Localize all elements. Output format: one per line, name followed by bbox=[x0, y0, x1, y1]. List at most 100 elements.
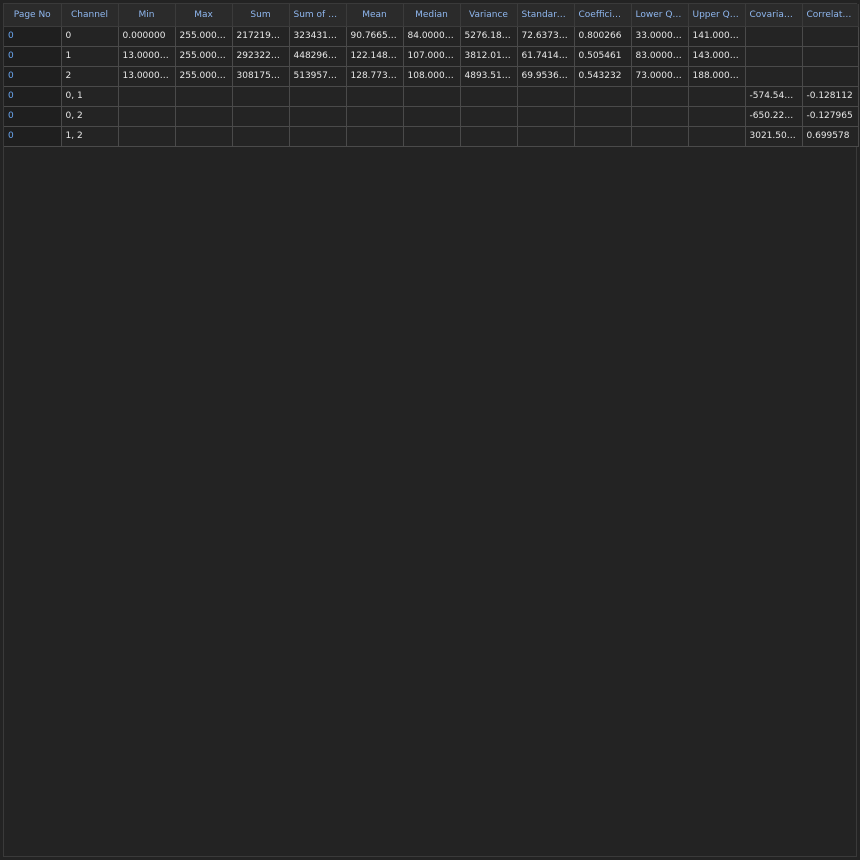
column-header-page-no[interactable]: Page No bbox=[4, 4, 62, 27]
cell-mean[interactable]: 122.148778 bbox=[345, 45, 404, 67]
table-row[interactable]: 0 0, 1 -574.547039 -0.128112 bbox=[4, 85, 859, 107]
cell-variance[interactable]: 3812.012292 bbox=[459, 45, 518, 67]
cell-median[interactable]: 107.000000 bbox=[402, 45, 461, 67]
cell-upper-quartile[interactable] bbox=[687, 85, 746, 107]
cell-mean[interactable]: 128.773092 bbox=[345, 65, 404, 87]
cell-sum[interactable]: 29232279.00... bbox=[231, 45, 290, 67]
cell-standard-deviation[interactable]: 69.953693 bbox=[516, 65, 575, 87]
cell-page-no[interactable]: 0 bbox=[4, 65, 62, 87]
cell-sum-of-squares[interactable] bbox=[288, 85, 347, 107]
cell-min[interactable]: 0.000000 bbox=[117, 25, 176, 47]
cell-lower-quartile[interactable]: 33.000000 bbox=[630, 25, 689, 47]
cell-max[interactable] bbox=[174, 125, 233, 147]
cell-correlation[interactable]: -0.128112 bbox=[801, 85, 859, 107]
cell-channel[interactable]: 1, 2 bbox=[60, 125, 119, 147]
cell-coefficient-of-variation[interactable]: 0.505461 bbox=[573, 45, 632, 67]
cell-sum[interactable]: 21721984.00... bbox=[231, 25, 290, 47]
cell-channel[interactable]: 0, 2 bbox=[60, 105, 119, 127]
cell-max[interactable]: 255.000000 bbox=[174, 65, 233, 87]
column-header-channel[interactable]: Channel bbox=[61, 4, 119, 27]
table-row[interactable]: 0 2 13.000000 255.000000 30817590.00... … bbox=[4, 65, 859, 87]
cell-sum-of-squares[interactable] bbox=[288, 125, 347, 147]
column-header-min[interactable]: Min bbox=[118, 4, 176, 27]
column-header-variance[interactable]: Variance bbox=[460, 4, 518, 27]
cell-upper-quartile[interactable]: 188.000000 bbox=[687, 65, 746, 87]
cell-covariance[interactable] bbox=[744, 25, 803, 47]
cell-sum-of-squares[interactable]: 4482966491.... bbox=[288, 45, 347, 67]
cell-min[interactable] bbox=[117, 85, 176, 107]
cell-lower-quartile[interactable] bbox=[630, 125, 689, 147]
cell-coefficient-of-variation[interactable] bbox=[573, 85, 632, 107]
cell-max[interactable]: 255.000000 bbox=[174, 25, 233, 47]
cell-median[interactable] bbox=[402, 105, 461, 127]
column-header-median[interactable]: Median bbox=[403, 4, 461, 27]
cell-coefficient-of-variation[interactable]: 0.543232 bbox=[573, 65, 632, 87]
cell-variance[interactable]: 5276.189903 bbox=[459, 25, 518, 47]
cell-covariance[interactable] bbox=[744, 65, 803, 87]
table-row[interactable]: 0 0 0.000000 255.000000 21721984.00... 3… bbox=[4, 25, 859, 47]
cell-channel[interactable]: 0 bbox=[60, 25, 119, 47]
cell-correlation[interactable] bbox=[801, 65, 859, 87]
cell-sum[interactable] bbox=[231, 125, 290, 147]
cell-coefficient-of-variation[interactable] bbox=[573, 125, 632, 147]
cell-standard-deviation[interactable]: 72.637386 bbox=[516, 25, 575, 47]
column-header-sum[interactable]: Sum bbox=[232, 4, 290, 27]
cell-upper-quartile[interactable] bbox=[687, 125, 746, 147]
cell-sum-of-squares[interactable] bbox=[288, 105, 347, 127]
cell-page-no[interactable]: 0 bbox=[4, 45, 62, 67]
column-header-upper-quartile[interactable]: Upper Quartile bbox=[688, 4, 746, 27]
cell-sum[interactable]: 30817590.00... bbox=[231, 65, 290, 87]
cell-upper-quartile[interactable]: 143.000000 bbox=[687, 45, 746, 67]
cell-max[interactable] bbox=[174, 85, 233, 107]
cell-median[interactable]: 108.000000 bbox=[402, 65, 461, 87]
column-header-mean[interactable]: Mean bbox=[346, 4, 404, 27]
cell-sum[interactable] bbox=[231, 105, 290, 127]
cell-sum-of-squares[interactable]: 3234311990... bbox=[288, 25, 347, 47]
cell-mean[interactable] bbox=[345, 85, 404, 107]
cell-upper-quartile[interactable] bbox=[687, 105, 746, 127]
cell-mean[interactable] bbox=[345, 125, 404, 147]
cell-lower-quartile[interactable]: 83.000000 bbox=[630, 45, 689, 67]
cell-lower-quartile[interactable] bbox=[630, 105, 689, 127]
cell-page-no[interactable]: 0 bbox=[4, 85, 62, 107]
cell-variance[interactable] bbox=[459, 125, 518, 147]
cell-median[interactable] bbox=[402, 125, 461, 147]
cell-max[interactable]: 255.000000 bbox=[174, 45, 233, 67]
cell-coefficient-of-variation[interactable]: 0.800266 bbox=[573, 25, 632, 47]
cell-page-no[interactable]: 0 bbox=[4, 105, 62, 127]
cell-upper-quartile[interactable]: 141.000000 bbox=[687, 25, 746, 47]
cell-variance[interactable] bbox=[459, 85, 518, 107]
cell-sum[interactable] bbox=[231, 85, 290, 107]
cell-page-no[interactable]: 0 bbox=[4, 25, 62, 47]
cell-standard-deviation[interactable] bbox=[516, 85, 575, 107]
cell-sum-of-squares[interactable]: 5139578670.... bbox=[288, 65, 347, 87]
column-header-correlation[interactable]: Correlation C... bbox=[802, 4, 859, 27]
cell-covariance[interactable]: 3021.508765 bbox=[744, 125, 803, 147]
cell-mean[interactable]: 90.766573 bbox=[345, 25, 404, 47]
cell-variance[interactable]: 4893.519162 bbox=[459, 65, 518, 87]
column-header-max[interactable]: Max bbox=[175, 4, 233, 27]
column-header-standard-deviation[interactable]: Standard Dev... bbox=[517, 4, 575, 27]
cell-min[interactable]: 13.000000 bbox=[117, 45, 176, 67]
cell-correlation[interactable]: 0.699578 bbox=[801, 125, 859, 147]
cell-variance[interactable] bbox=[459, 105, 518, 127]
cell-channel[interactable]: 2 bbox=[60, 65, 119, 87]
cell-median[interactable]: 84.000000 bbox=[402, 25, 461, 47]
cell-standard-deviation[interactable]: 61.741496 bbox=[516, 45, 575, 67]
cell-channel[interactable]: 0, 1 bbox=[60, 85, 119, 107]
cell-covariance[interactable]: -574.547039 bbox=[744, 85, 803, 107]
cell-covariance[interactable]: -650.223360 bbox=[744, 105, 803, 127]
cell-median[interactable] bbox=[402, 85, 461, 107]
cell-channel[interactable]: 1 bbox=[60, 45, 119, 67]
cell-lower-quartile[interactable]: 73.000000 bbox=[630, 65, 689, 87]
cell-lower-quartile[interactable] bbox=[630, 85, 689, 107]
cell-page-no[interactable]: 0 bbox=[4, 125, 62, 147]
column-header-lower-quartile[interactable]: Lower Quartile bbox=[631, 4, 689, 27]
cell-coefficient-of-variation[interactable] bbox=[573, 105, 632, 127]
cell-correlation[interactable]: -0.127965 bbox=[801, 105, 859, 127]
table-row[interactable]: 0 1, 2 3021.508765 0.699578 bbox=[4, 125, 859, 147]
cell-standard-deviation[interactable] bbox=[516, 105, 575, 127]
column-header-covariance[interactable]: Covariance bbox=[745, 4, 803, 27]
table-row[interactable]: 0 0, 2 -650.223360 -0.127965 bbox=[4, 105, 859, 127]
cell-min[interactable] bbox=[117, 105, 176, 127]
